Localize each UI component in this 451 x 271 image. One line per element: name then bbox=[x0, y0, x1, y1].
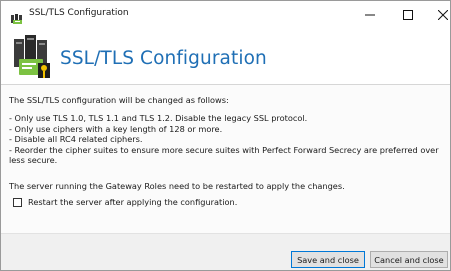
change-list: - Only use TLS 1.0, TLS 1.1 and TLS 1.2.… bbox=[9, 113, 445, 166]
restart-note: The server running the Gateway Roles nee… bbox=[9, 181, 345, 191]
list-item: - Only use TLS 1.0, TLS 1.1 and TLS 1.2.… bbox=[9, 113, 308, 123]
dialog-window: SSL/TLS Configuration SSL/TLS Configurat… bbox=[0, 0, 451, 271]
list-item: - Reorder the cipher suites to ensure mo… bbox=[9, 144, 439, 166]
page-title: SSL/TLS Configuration bbox=[60, 48, 267, 69]
title-bar[interactable]: SSL/TLS Configuration bbox=[1, 1, 450, 31]
intro-text: The SSL/TLS configuration will be change… bbox=[9, 95, 229, 105]
save-and-close-button[interactable]: Save and close bbox=[291, 251, 365, 268]
restart-checkbox-row[interactable]: Restart the server after applying the co… bbox=[13, 196, 237, 208]
list-item: - Only use ciphers with a key length of … bbox=[9, 123, 223, 134]
maximize-icon[interactable] bbox=[400, 7, 416, 23]
dialog-content: The SSL/TLS configuration will be change… bbox=[1, 85, 450, 233]
server-certificate-icon bbox=[10, 10, 24, 24]
window-title: SSL/TLS Configuration bbox=[29, 8, 129, 18]
footer-divider bbox=[1, 233, 450, 234]
restart-checkbox-label[interactable]: Restart the server after applying the co… bbox=[28, 197, 237, 207]
close-icon[interactable] bbox=[435, 7, 451, 23]
cancel-and-close-button[interactable]: Cancel and close bbox=[370, 251, 448, 268]
dialog-header: SSL/TLS Configuration bbox=[1, 31, 450, 82]
minimize-icon[interactable] bbox=[362, 7, 378, 23]
server-certificate-icon bbox=[10, 33, 52, 81]
restart-checkbox[interactable] bbox=[13, 197, 22, 207]
list-item: - Disable all RC4 related ciphers. bbox=[9, 134, 143, 145]
